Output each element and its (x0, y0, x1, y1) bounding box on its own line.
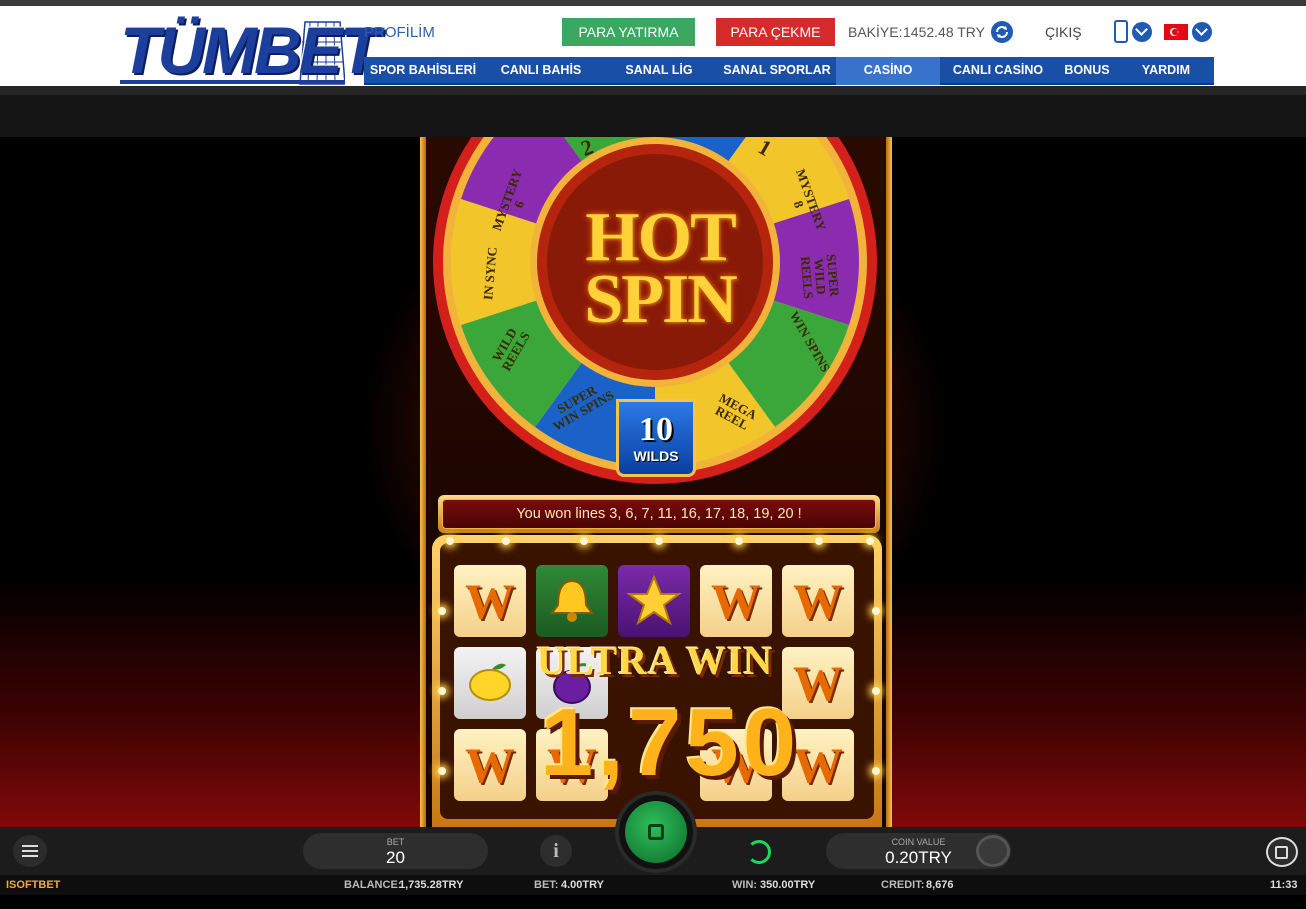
nav-item-bonus[interactable]: BONUS (1056, 57, 1118, 85)
chevron-down-icon[interactable] (1132, 22, 1152, 42)
isoftbet-logo: ISOFTBET (6, 879, 61, 891)
coin-icon[interactable] (976, 835, 1010, 867)
marquee-light (438, 767, 446, 775)
status-bet-label: BET: (534, 879, 559, 891)
profile-link[interactable]: PROFİLİM (364, 24, 435, 41)
deposit-button[interactable]: PARA YATIRMA (562, 18, 695, 46)
reel-symbol-bell (536, 565, 608, 637)
game-top-band (0, 86, 1306, 137)
nav-item-casino[interactable]: CASİNO (836, 57, 940, 85)
slot-game-area[interactable]: MYSTERY 6 IN SYNC WILD REELS SUPER WIN S… (0, 137, 1306, 827)
turkey-flag-icon[interactable] (1164, 24, 1188, 40)
status-win-value: 350.00TRY (760, 879, 816, 891)
ultra-win-label: ULTRA WIN (536, 638, 774, 683)
status-balance-value: 1,735.28TRY (399, 879, 464, 891)
menu-icon[interactable] (13, 835, 47, 867)
balance-value: 1452.48 TRY (903, 24, 985, 40)
nav-item-help[interactable]: YARDIM (1118, 57, 1214, 85)
marquee-light (502, 537, 510, 545)
nav-item-live-casino[interactable]: CANLI CASİNO (940, 57, 1056, 85)
marquee-light (655, 537, 663, 545)
marquee-light (735, 537, 743, 545)
nav-item-sports[interactable]: SPOR BAHİSLERİ (364, 57, 482, 85)
hot-spin-line1: HOT (585, 199, 737, 276)
marquee-light (872, 607, 880, 615)
cabinet-rail-right (886, 137, 892, 827)
marquee-light (815, 537, 823, 545)
hot-spin-title: HOT SPIN (545, 199, 775, 338)
wheel-selected-segment: 10 WILDS (616, 399, 696, 477)
autoplay-icon[interactable] (742, 835, 776, 869)
reel-symbol-wild: W (454, 565, 526, 637)
info-icon[interactable]: i (540, 835, 572, 867)
language-chevron-down-icon[interactable] (1192, 22, 1212, 42)
status-bet-value: 4.00TRY (561, 879, 605, 891)
bet-label: BET (386, 837, 405, 847)
stop-button[interactable] (615, 791, 697, 873)
wilds-label: WILDS (633, 448, 679, 464)
wilds-number: 10 (639, 411, 673, 448)
reel-symbol-wild: W (782, 565, 854, 637)
external-link-icon[interactable] (1266, 837, 1298, 867)
win-amount: 1,750 (539, 689, 801, 796)
marquee-light (438, 607, 446, 615)
bet-value: 20 (386, 848, 405, 867)
logo-text: TÜMBET (120, 13, 380, 87)
win-lines-message: You won lines 3, 6, 7, 11, 16, 17, 18, 1… (442, 499, 876, 529)
header-top-row: PROFİLİM PARA YATIRMA PARA ÇEKME BAKİYE:… (364, 18, 1214, 46)
bottom-strip (0, 895, 1306, 909)
status-win-label: WIN: (732, 879, 758, 891)
status-bar: ISOFTBET BALANCE: 1,735.28TRY BET: 4.00T… (0, 875, 1306, 895)
site-header: TÜMBET PROFİLİM PARA YATIRMA PARA ÇEKME … (0, 0, 1306, 88)
marquee-light (446, 537, 454, 545)
withdraw-button[interactable]: PARA ÇEKME (716, 18, 835, 46)
status-credit-value: 8,676 (926, 879, 954, 891)
nav-item-live-betting[interactable]: CANLI BAHİS (482, 57, 600, 85)
win-lines-banner: You won lines 3, 6, 7, 11, 16, 17, 18, 1… (438, 495, 880, 533)
main-nav: SPOR BAHİSLERİ CANLI BAHİS SANAL LİG SAN… (364, 57, 1214, 85)
site-logo[interactable]: TÜMBET (120, 12, 380, 88)
marquee-light (866, 537, 874, 545)
status-balance-label: BALANCE: (344, 879, 402, 891)
balance-label: BAKİYE: (848, 24, 903, 40)
marquee-light (580, 537, 588, 545)
stop-icon (625, 801, 687, 863)
game-control-bar: BET 20 i COIN VALUE 0.20TRY (0, 791, 1306, 875)
cabinet-rail-left (420, 137, 426, 827)
nav-item-virtual-league[interactable]: SANAL LİG (600, 57, 718, 85)
wheel-segment-super-wild-reels: SUPER WILD REELS (797, 253, 843, 300)
refresh-balance-icon[interactable] (991, 21, 1013, 43)
hot-spin-line2: SPIN (584, 261, 737, 338)
marquee-light (438, 687, 446, 695)
reel-symbol-star (618, 565, 690, 637)
status-credit-label: CREDIT: (881, 879, 925, 891)
logout-link[interactable]: ÇIKIŞ (1045, 24, 1082, 40)
nav-item-virtual-sports[interactable]: SANAL SPORLAR (718, 57, 836, 85)
mobile-icon[interactable] (1114, 20, 1128, 43)
reel-symbol-wild: W (700, 565, 772, 637)
status-time: 11:33 (1270, 879, 1298, 891)
bet-selector[interactable]: BET 20 (303, 833, 488, 869)
